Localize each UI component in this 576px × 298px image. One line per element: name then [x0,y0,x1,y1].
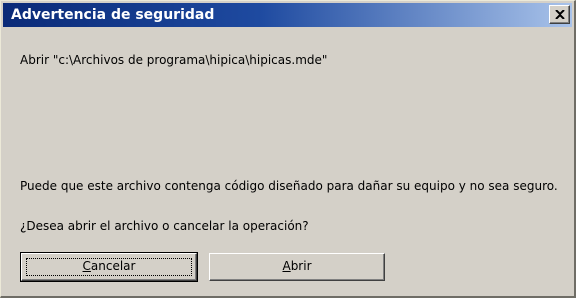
open-accelerator: A [282,259,291,273]
open-label: brir [290,259,312,273]
close-icon [555,10,565,19]
window-title: Advertencia de seguridad [11,7,215,23]
close-button[interactable] [549,5,570,24]
question-message: ¿Desea abrir el archivo o cancelar la op… [20,219,309,233]
warning-message: Puede que este archivo contenga código d… [20,179,558,193]
open-button[interactable]: Abrir [209,253,385,281]
security-warning-dialog: Advertencia de seguridad Abrir "c:\Archi… [0,0,576,298]
file-path-message: Abrir "c:\Archivos de programa\hipica\hi… [20,53,328,67]
cancel-button[interactable]: Cancelar [20,252,198,282]
focus-rectangle [26,258,192,276]
title-bar[interactable]: Advertencia de seguridad [3,3,572,27]
